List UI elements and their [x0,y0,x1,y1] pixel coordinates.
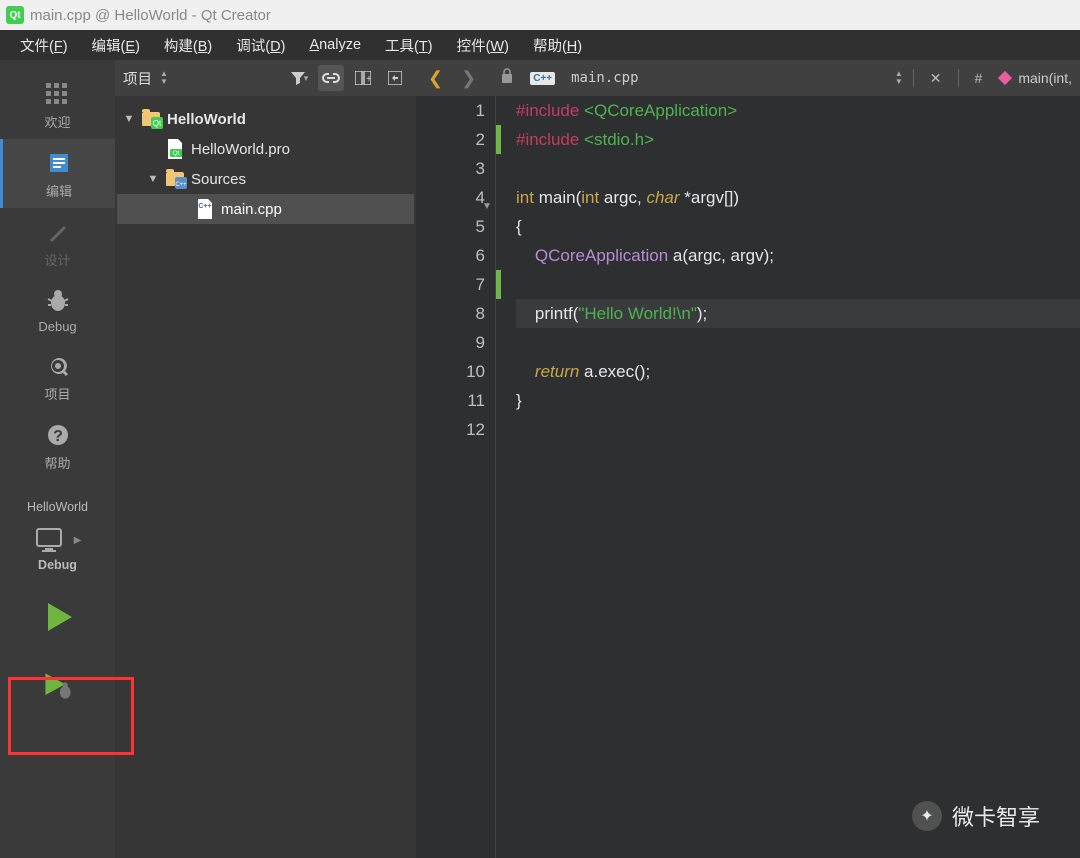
pro-file-icon: Qt [165,139,185,159]
editor-toolbar: ❮ ❯ C++ main.cpp ▲▼ ✕ # main(int, [416,60,1080,96]
design-icon [43,218,73,246]
code-content[interactable]: #include <QCoreApplication>#include <std… [502,96,1080,858]
line-updown-icon[interactable]: ▲▼ [895,70,903,86]
welcome-icon [43,80,73,108]
project-tree: ▼ Qt HelloWorld Qt HelloWorld.pro ▼ C++ Sources… [115,96,416,858]
svg-text:C++: C++ [198,203,211,210]
watermark: ✦ 微卡智享 [912,800,1040,832]
expand-arrow-icon: ▼ [147,173,159,185]
svg-text:?: ? [53,428,63,445]
svg-text:Qt: Qt [153,119,162,128]
mode-debug[interactable]: Debug [0,277,115,342]
menu-w[interactable]: 控件(W) [447,31,519,60]
tree-label: HelloWorld.pro [191,141,290,158]
projects-icon [43,352,73,380]
svg-text:Qt: Qt [173,151,180,157]
svg-text:C++: C++ [175,182,187,188]
src-folder-icon: C++ [165,169,185,189]
mode-label: 项目 [44,384,70,403]
help-icon: ? [43,421,73,449]
watermark-text: 微卡智享 [952,800,1040,832]
window-titlebar: Qt main.cpp @ HelloWorld - Qt Creator [0,0,1080,30]
mode-label: 帮助 [44,453,70,472]
mode-help[interactable]: ? 帮助 [0,411,115,480]
project-toolbar: 项目 ▲▼ ▾ + [115,60,416,96]
project-panel: 项目 ▲▼ ▾ + ▼QtHelloWorldQtHelloWorld.pro▼… [115,60,416,858]
tree-item-sources[interactable]: ▼ C++ Sources [117,164,414,194]
expand-arrow-icon: ▼ [123,113,135,125]
mode-sidebar: 欢迎编辑设计 Debug 项目? 帮助 HelloWorld ▶Debug [0,60,115,858]
cpp-file-icon: C++ [195,199,215,219]
monitor-icon [34,526,68,554]
active-project-label: HelloWorld [27,500,88,514]
menu-b[interactable]: 构建(B) [154,31,222,60]
editor-area: ❮ ❯ C++ main.cpp ▲▼ ✕ # main(int, 1234▼5… [416,60,1080,858]
svg-text:+: + [366,74,371,85]
project-view-combo[interactable]: 项目 ▲▼ [123,68,280,89]
menubar: 文件(F)编辑(E)构建(B)调试(D)Analyze工具(T)控件(W)帮助(… [0,30,1080,60]
menu-f[interactable]: 文件(F) [10,31,78,60]
tree-item-main-cpp[interactable]: C++ main.cpp [117,194,414,224]
hash-label[interactable]: # [969,68,989,88]
mode-edit[interactable]: 编辑 [0,139,115,208]
mode-projects[interactable]: 项目 [0,342,115,411]
tree-label: Sources [191,171,246,188]
menu-h[interactable]: 帮助(H) [523,31,592,60]
close-editor-icon[interactable]: ✕ [924,68,948,89]
link-icon[interactable] [318,65,344,91]
mode-label: 编辑 [46,181,72,200]
kit-selector[interactable]: ▶Debug [0,520,115,578]
symbol-combo[interactable]: main(int, [998,70,1072,86]
menu-a[interactable]: Analyze [299,33,371,57]
symbol-diamond-icon [998,71,1012,85]
wechat-icon: ✦ [912,801,942,831]
nav-forward-icon[interactable]: ❯ [457,66,480,91]
mode-welcome[interactable]: 欢迎 [0,70,115,139]
tree-label: HelloWorld [167,111,246,128]
edit-icon [44,149,74,177]
split-icon[interactable]: + [350,65,376,91]
project-folder-icon: Qt [141,109,161,129]
fold-icon[interactable]: ▼ [482,192,492,221]
symbol-name: main(int, [1018,70,1072,86]
code-editor[interactable]: 1234▼56789101112 #include <QCoreApplicat… [416,96,1080,858]
tree-item-helloworld[interactable]: ▼ Qt HelloWorld [117,104,414,134]
combo-label: 项目 [123,68,152,89]
tree-label: main.cpp [221,201,282,218]
kit-label: Debug [38,558,77,572]
qt-logo-icon: Qt [6,6,24,24]
menu-t[interactable]: 工具(T) [375,31,443,60]
lock-icon[interactable] [500,68,514,89]
cpp-badge-icon: C++ [530,72,555,85]
menu-e[interactable]: 编辑(E) [82,31,150,60]
close-split-icon[interactable] [382,65,408,91]
window-title: main.cpp @ HelloWorld - Qt Creator [30,7,271,24]
tree-item-helloworld-pro[interactable]: Qt HelloWorld.pro [117,134,414,164]
mode-design[interactable]: 设计 [0,208,115,277]
debug-icon [43,287,73,315]
mode-label: Debug [38,319,76,334]
line-gutter[interactable]: 1234▼56789101112 [416,96,496,858]
run-button[interactable] [0,580,115,654]
menu-d[interactable]: 调试(D) [226,31,295,60]
mode-label: 设计 [44,250,70,269]
nav-back-icon[interactable]: ❮ [424,66,447,91]
debug-run-button[interactable] [0,656,115,716]
filter-icon[interactable]: ▾ [286,65,312,91]
updown-icon: ▲▼ [160,70,168,86]
editor-filename: main.cpp [571,70,638,86]
mode-label: 欢迎 [44,112,70,131]
